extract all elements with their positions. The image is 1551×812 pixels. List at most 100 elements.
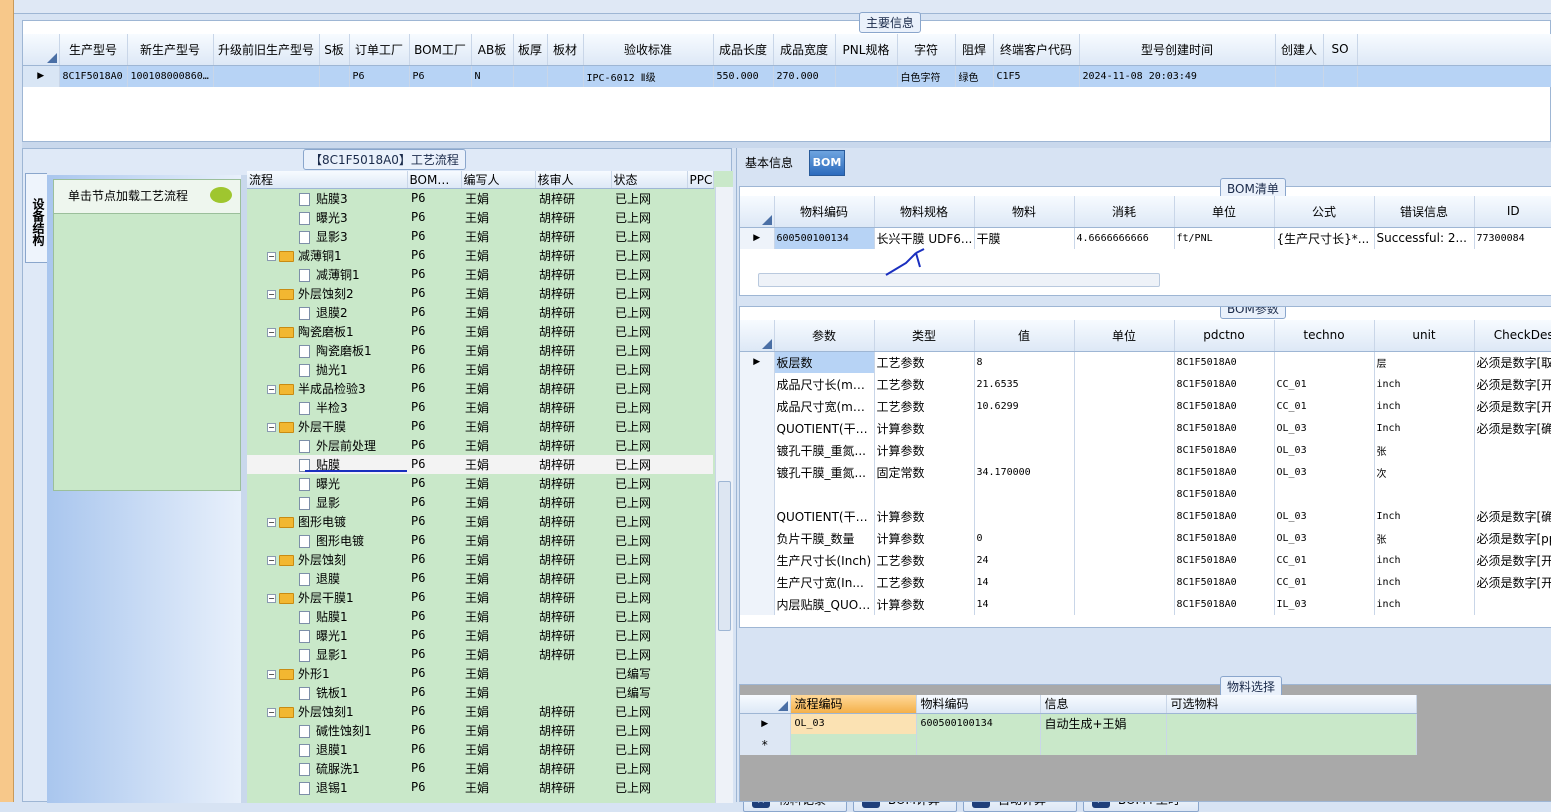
tree-row[interactable]: − 外形1 P6 王娟 已编写 [247, 664, 713, 683]
column-header[interactable]: 成品长度 [713, 34, 774, 66]
table-row[interactable]: QUOTIENT(干膜... 计算参数 8C1F5018A0 OL_03 Inch 必须是… [740, 505, 1551, 527]
cell[interactable]: 板层数 [774, 351, 875, 373]
tree-node[interactable]: 退锡1 [247, 778, 407, 797]
cell[interactable]: 已上网 [611, 455, 687, 474]
column-header[interactable]: 状态 [611, 171, 688, 189]
cell[interactable]: 21.6535 [974, 373, 1075, 395]
cell[interactable]: 生产尺寸长(Inch) [774, 549, 875, 571]
cell[interactable]: QUOTIENT(干膜... [774, 505, 875, 527]
cell[interactable]: inch [1374, 571, 1475, 593]
cell[interactable]: 内层贴膜_QUOT... [774, 593, 875, 615]
cell[interactable]: 胡梓研 [535, 417, 611, 436]
cell[interactable] [1074, 395, 1175, 417]
cell[interactable] [1274, 483, 1375, 505]
cell[interactable]: 王娟 [461, 474, 535, 493]
cell[interactable] [1323, 65, 1358, 87]
cell[interactable] [213, 65, 320, 87]
cell[interactable]: P6 [407, 759, 461, 778]
cell[interactable]: 次 [1374, 461, 1475, 483]
cell[interactable]: 已上网 [611, 208, 687, 227]
tree-node[interactable]: − 外层干膜 [247, 417, 407, 436]
table-row[interactable]: ▶ OL_03 600500100134 自动生成+王娟 [740, 713, 1417, 734]
column-header[interactable]: pdctno [1174, 320, 1275, 352]
cell[interactable]: 已上网 [611, 322, 687, 341]
cell[interactable]: 计算参数 [874, 505, 975, 527]
cell[interactable]: OL_03 [790, 713, 917, 734]
column-header[interactable]: CheckDesc [1474, 320, 1551, 352]
tree-node[interactable]: − 外层干膜1 [247, 588, 407, 607]
cell[interactable]: 必须是数字[开 [1474, 373, 1551, 395]
cell[interactable]: 14 [974, 571, 1075, 593]
cell[interactable]: 成品尺寸宽(mm... [774, 395, 875, 417]
cell[interactable]: P6 [409, 65, 472, 87]
cell[interactable]: P6 [407, 607, 461, 626]
column-header[interactable]: ID [1474, 196, 1551, 228]
collapse-icon[interactable]: − [267, 251, 276, 261]
tree-node[interactable]: 显影 [247, 493, 407, 512]
cell[interactable]: QUOTIENT(干膜... [774, 417, 875, 439]
collapse-icon[interactable]: − [267, 289, 276, 299]
cell[interactable]: 王娟 [461, 683, 535, 702]
load-hint-header[interactable]: 单击节点加载工艺流程 [54, 180, 240, 214]
cell[interactable]: 王娟 [461, 626, 535, 645]
table-row[interactable]: 镀孔干膜_重氮... 固定常数 34.170000 8C1F5018A0 OL_03 次 [740, 461, 1551, 483]
cell[interactable]: 王娟 [461, 664, 535, 683]
tree-row[interactable]: 半检3 P6 王娟 胡梓研 已上网 [247, 398, 713, 417]
cell[interactable]: 胡梓研 [535, 702, 611, 721]
cell[interactable]: CC_01 [1274, 549, 1375, 571]
cell[interactable]: 600500100134 [916, 713, 1041, 734]
table-row[interactable]: 负片干膜_数量 计算参数 0 8C1F5018A0 OL_03 张必须是数字[pp [740, 527, 1551, 549]
cell[interactable]: 胡梓研 [535, 531, 611, 550]
cell[interactable]: 王娟 [461, 379, 535, 398]
cell[interactable]: 王娟 [461, 284, 535, 303]
tree-row[interactable]: 退膜1 P6 王娟 胡梓研 已上网 [247, 740, 713, 759]
cell[interactable]: 王娟 [461, 189, 535, 208]
column-header[interactable]: 编写人 [461, 171, 536, 189]
cell[interactable]: 王娟 [461, 436, 535, 455]
tree-row[interactable]: − 外层干膜 P6 王娟 胡梓研 已上网 [247, 417, 713, 436]
tree-node[interactable]: 陶瓷磨板1 [247, 341, 407, 360]
cell[interactable] [974, 505, 1075, 527]
cell[interactable]: P6 [407, 588, 461, 607]
cell[interactable]: 成品尺寸长(mm... [774, 373, 875, 395]
cell[interactable]: P6 [407, 664, 461, 683]
column-header[interactable]: 成品宽度 [773, 34, 836, 66]
cell[interactable] [974, 417, 1075, 439]
cell[interactable]: 计算参数 [874, 417, 975, 439]
column-header[interactable]: 生产型号 [59, 34, 128, 66]
cell[interactable]: inch [1374, 549, 1475, 571]
cell[interactable]: 2024-11-08 20:03:49 [1079, 65, 1276, 87]
cell[interactable] [513, 65, 548, 87]
tree-node[interactable]: − 减薄铜1 [247, 246, 407, 265]
collapse-icon[interactable]: − [267, 422, 276, 432]
tree-row[interactable]: 铣板1 P6 王娟 已编写 [247, 683, 713, 702]
cell[interactable]: 8C1F5018A0 [59, 65, 128, 87]
cell[interactable]: 8C1F5018A0 [1174, 505, 1275, 527]
cell[interactable]: P6 [407, 189, 461, 208]
cell[interactable]: P6 [407, 341, 461, 360]
cell[interactable]: 已上网 [611, 626, 687, 645]
tree-node[interactable]: − 半成品检验3 [247, 379, 407, 398]
cell[interactable]: 4.6666666666 [1074, 227, 1175, 249]
cell[interactable]: P6 [407, 778, 461, 797]
cell[interactable]: P6 [407, 398, 461, 417]
cell[interactable]: 胡梓研 [535, 569, 611, 588]
cell[interactable]: 胡梓研 [535, 303, 611, 322]
cell[interactable]: 77300084 [1474, 227, 1551, 249]
column-header[interactable]: PPC [687, 171, 714, 189]
cell[interactable] [319, 65, 350, 87]
cell[interactable] [1474, 439, 1551, 461]
cell[interactable]: 胡梓研 [535, 626, 611, 645]
cell[interactable]: 张 [1374, 527, 1475, 549]
column-header[interactable]: SO [1323, 34, 1358, 66]
collapse-icon[interactable]: − [267, 327, 276, 337]
cell[interactable]: 王娟 [461, 360, 535, 379]
cell[interactable]: P6 [407, 740, 461, 759]
cell[interactable]: P6 [407, 417, 461, 436]
cell[interactable]: ft/PNL [1174, 227, 1275, 249]
collapse-icon[interactable]: − [267, 593, 276, 603]
column-header[interactable]: 类型 [874, 320, 975, 352]
tree-row[interactable]: 减薄铜1 P6 王娟 胡梓研 已上网 [247, 265, 713, 284]
cell[interactable] [1474, 593, 1551, 615]
tree-row[interactable]: 显影 P6 王娟 胡梓研 已上网 [247, 493, 713, 512]
